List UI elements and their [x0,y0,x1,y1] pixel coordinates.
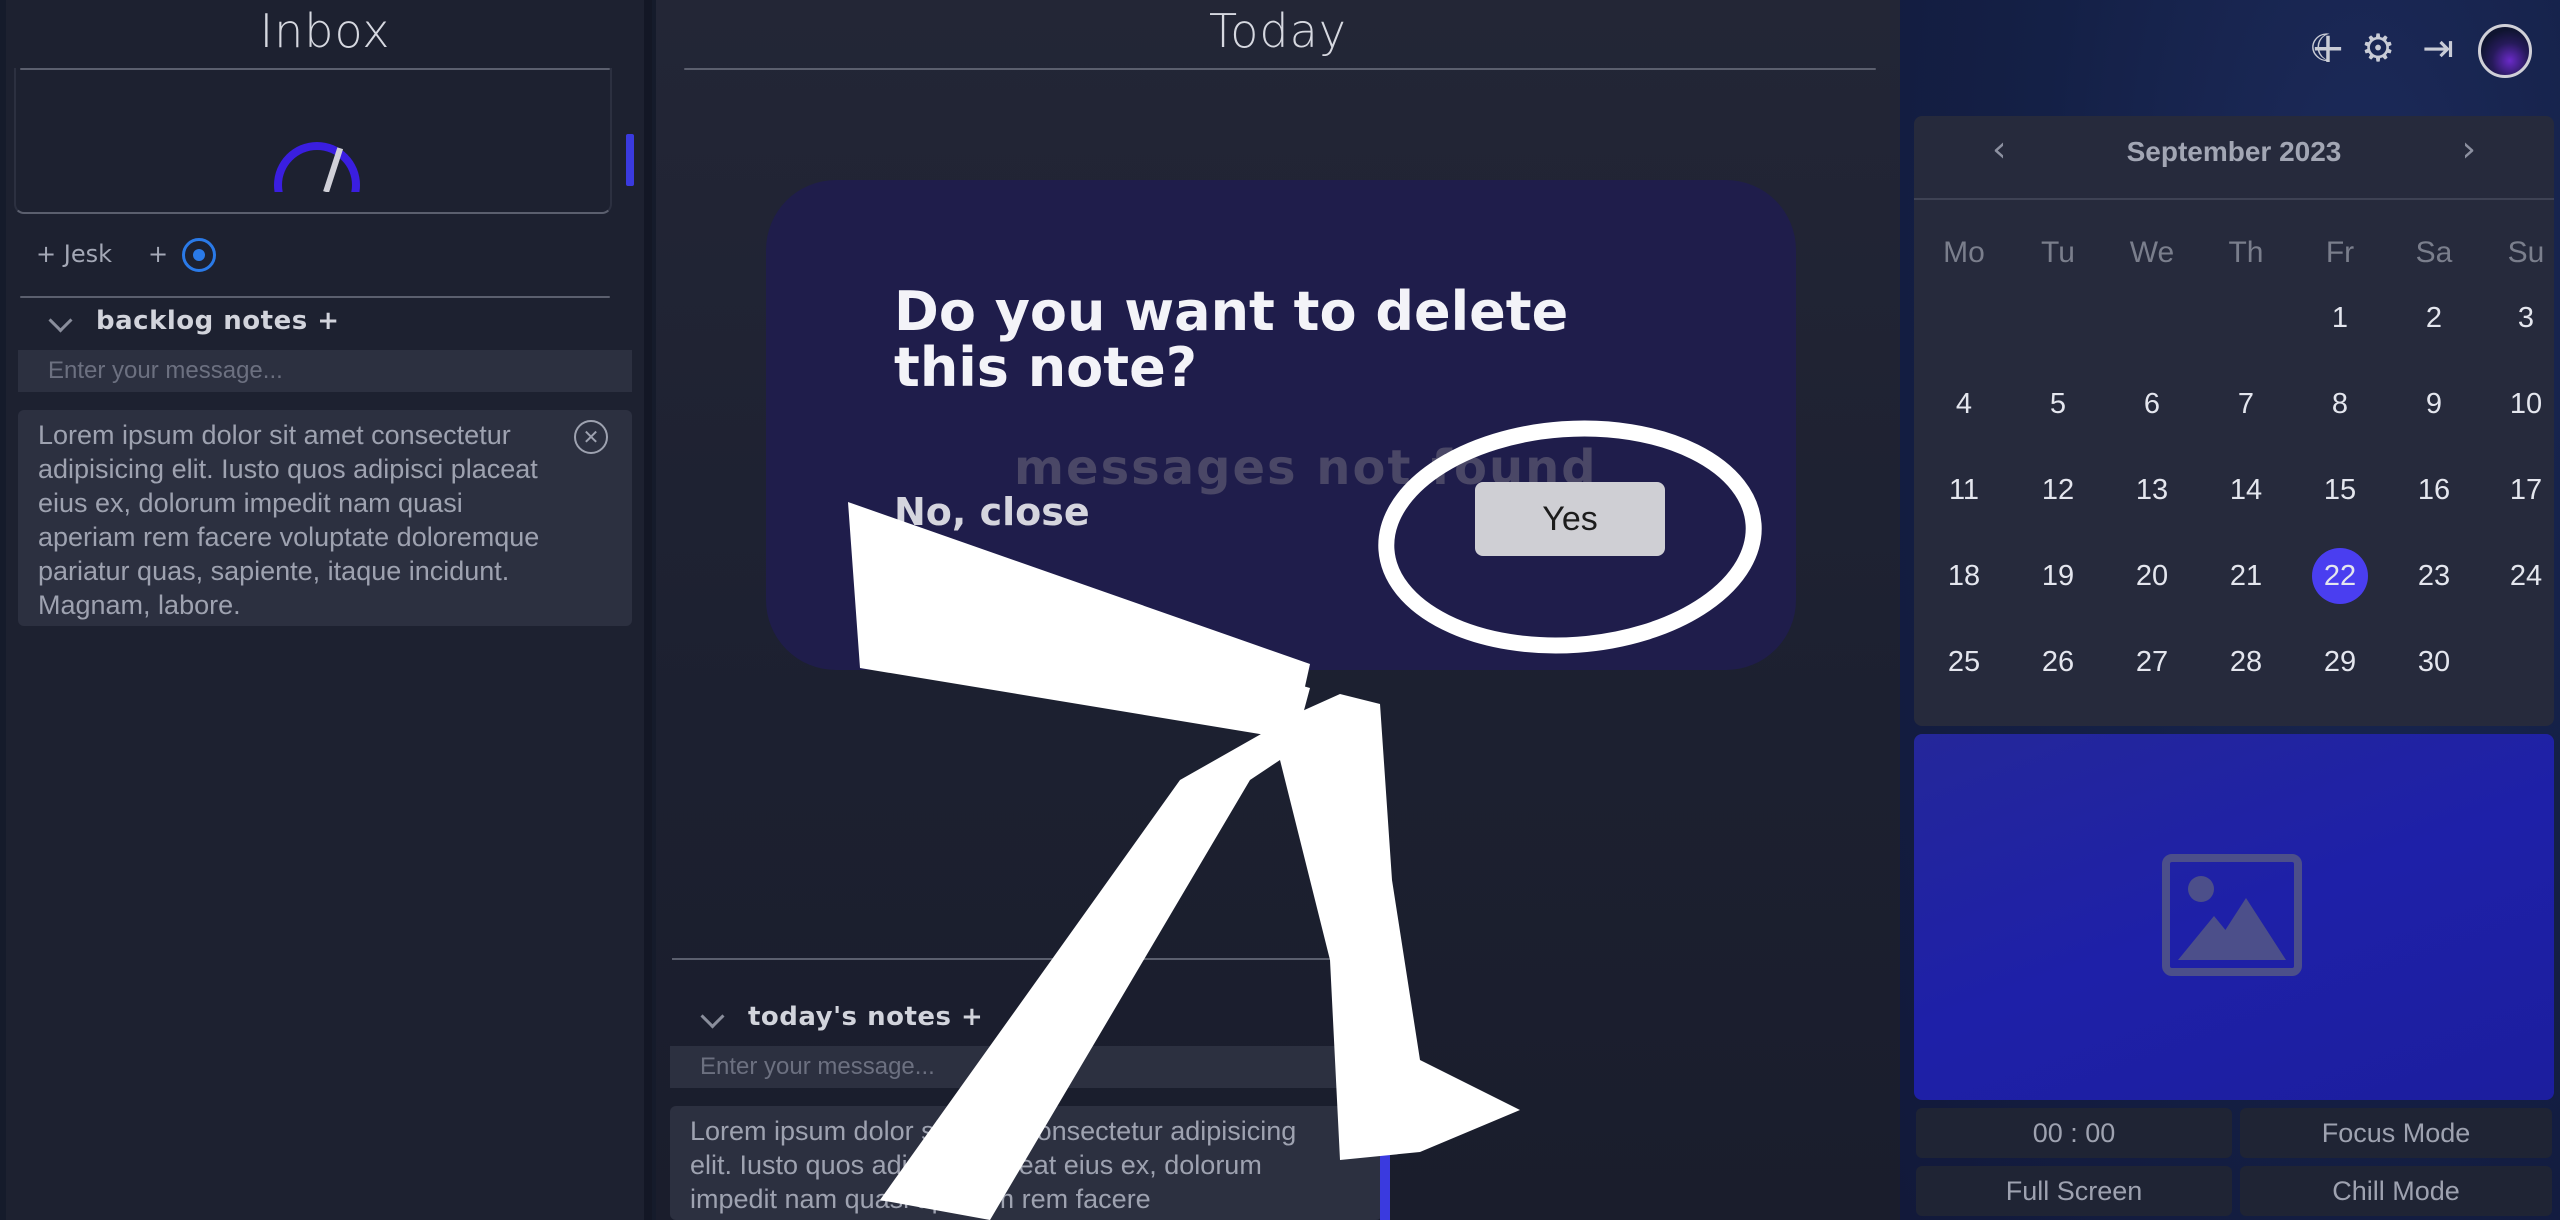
calendar-day-14[interactable]: 14 [2218,462,2274,518]
backlog-heading[interactable]: backlog notes + [96,306,340,336]
today-message-input[interactable] [670,1046,1382,1088]
backlog-note-text: Lorem ipsum dolor sit amet consectetur a… [38,420,540,620]
weekday-tu: Tu [2041,236,2075,269]
modal-title: Do you want to delete this note? [894,280,1569,399]
weekday-sa: Sa [2415,236,2453,269]
calendar-day-8[interactable]: 8 [2312,376,2368,432]
add-goal-link[interactable]: + [148,240,168,268]
logout-icon[interactable]: ⇥ [2416,26,2460,70]
calendar-day-27[interactable]: 27 [2124,634,2180,690]
calendar-day-19[interactable]: 19 [2030,548,2086,604]
today-divider [684,68,1876,70]
gear-icon[interactable]: ⚙ [2356,26,2400,70]
backlog-message-input[interactable] [18,350,632,392]
weekday-we: We [2129,236,2175,269]
inbox-scrollbar[interactable] [626,134,634,186]
gauge-arc [274,142,360,192]
calendar-day-3[interactable]: 3 [2498,290,2554,346]
no-close-button[interactable]: No, close [894,490,1090,534]
calendar-day-29[interactable]: 29 [2312,634,2368,690]
progress-gauge [270,140,370,192]
calendar-day-25[interactable]: 25 [1936,634,1992,690]
calendar-day-11[interactable]: 11 [1936,462,1992,518]
image-icon [2162,854,2302,976]
calendar-day-10[interactable]: 10 [2498,376,2554,432]
calendar-day-16[interactable]: 16 [2406,462,2462,518]
calendar-day-21[interactable]: 21 [2218,548,2274,604]
calendar-day-17[interactable]: 17 [2498,462,2554,518]
weekday-su: Su [2507,236,2545,269]
backlog-note-card[interactable]: Lorem ipsum dolor sit amet consectetur a… [18,410,632,626]
backlog-divider [20,296,610,298]
calendar-day-12[interactable]: 12 [2030,462,2086,518]
calendar-day-26[interactable]: 26 [2030,634,2086,690]
delete-modal [766,180,1796,670]
calendar-day-2[interactable]: 2 [2406,290,2462,346]
calendar-day-24[interactable]: 24 [2498,548,2554,604]
avatar[interactable] [2478,24,2532,78]
calendar-day-15[interactable]: 15 [2312,462,2368,518]
target-icon[interactable] [182,238,216,272]
yes-button[interactable]: Yes [1475,482,1665,556]
add-task-link[interactable]: + Jesk [36,240,112,268]
today-note-text: Lorem ipsum dolor sit amet consectetur a… [690,1116,1297,1214]
calendar: ‹ September 2023 › Mo Tu We Th Fr Sa Su 123456… [1914,116,2554,726]
calendar-day-30[interactable]: 30 [2406,634,2462,690]
inbox-title: Inbox [259,4,391,58]
weekday-mo: Mo [1943,236,1985,269]
calendar-day-13[interactable]: 13 [2124,462,2180,518]
today-notes-divider [672,958,1382,960]
chevron-right-icon[interactable]: › [2456,128,2482,171]
calendar-day-4[interactable]: 4 [1936,376,1992,432]
calendar-day-23[interactable]: 23 [2406,548,2462,604]
calendar-day-20[interactable]: 20 [2124,548,2180,604]
calendar-day-6[interactable]: 6 [2124,376,2180,432]
calendar-day-5[interactable]: 5 [2030,376,2086,432]
today-scrollbar[interactable] [1380,1130,1390,1220]
full-screen-button[interactable]: Full Screen [1916,1166,2232,1216]
calendar-day-22[interactable]: 22 [2312,548,2368,604]
calendar-day-18[interactable]: 18 [1936,548,1992,604]
calendar-day-9[interactable]: 9 [2406,376,2462,432]
today-title: Today [1208,4,1348,58]
plus-icon[interactable]: + [2306,26,2350,70]
timer-button[interactable]: 00 : 00 [1916,1108,2232,1158]
calendar-divider [1914,198,2554,200]
chill-mode-button[interactable]: Chill Mode [2240,1166,2552,1216]
weekday-th: Th [2228,236,2264,269]
close-icon[interactable]: ✕ [574,420,608,454]
focus-mode-button[interactable]: Focus Mode [2240,1108,2552,1158]
calendar-day-7[interactable]: 7 [2218,376,2274,432]
calendar-day-1[interactable]: 1 [2312,290,2368,346]
weekday-fr: Fr [2325,236,2355,269]
calendar-day-28[interactable]: 28 [2218,634,2274,690]
today-note-card[interactable]: Lorem ipsum dolor sit amet consectetur a… [670,1106,1382,1220]
today-notes-heading[interactable]: today's notes + [748,1002,983,1032]
